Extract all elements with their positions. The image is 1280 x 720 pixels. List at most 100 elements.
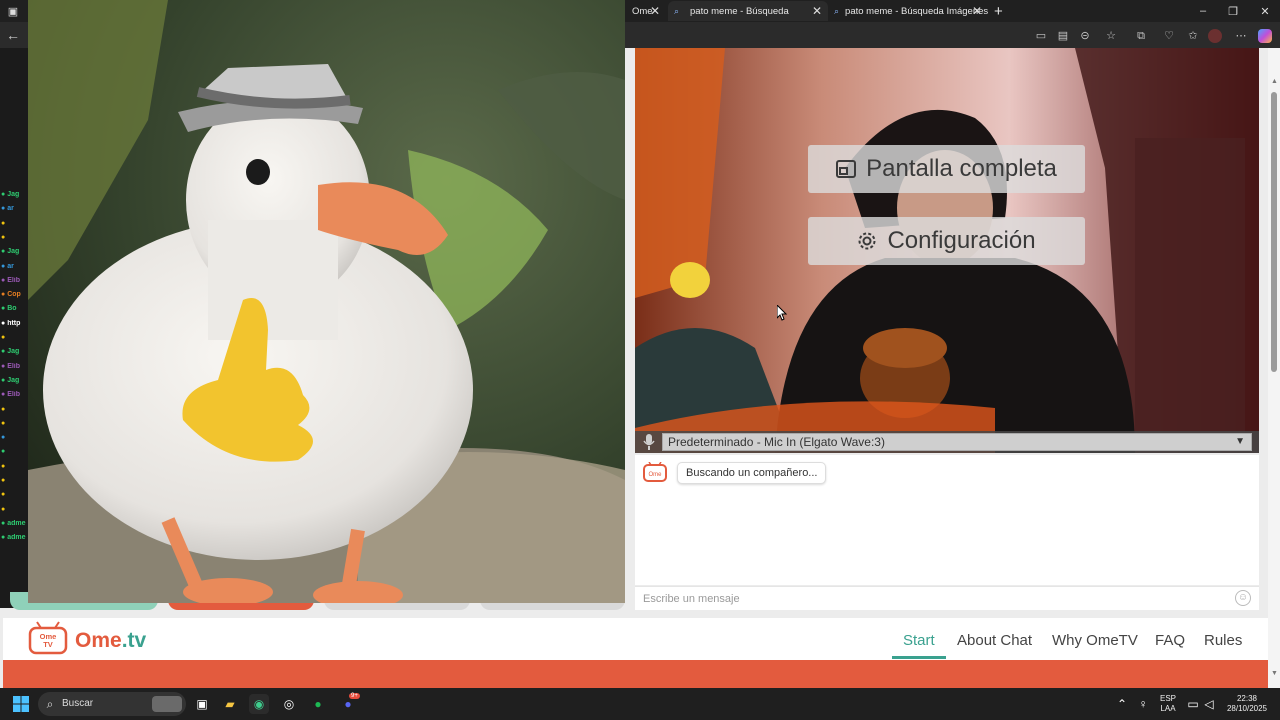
nav-start[interactable]: Start	[903, 632, 935, 649]
language-indicator[interactable]: ESP LAA	[1157, 694, 1179, 714]
stream-chat-line: ● Elib	[1, 363, 28, 375]
nav-why-ometv[interactable]: Why OmeTV	[1052, 632, 1138, 649]
settings-label: Configuración	[887, 227, 1036, 254]
stream-chat-line: ●	[1, 491, 28, 503]
tab-label: pato meme - Búsqueda Imágenes	[845, 5, 988, 17]
chat-username: Elib	[7, 362, 21, 370]
chat-badge-icon: ●	[1, 448, 6, 456]
mic-device-label: Predeterminado - Mic In (Elgato Wave:3)	[668, 435, 885, 449]
new-tab-icon: +	[994, 2, 1003, 20]
chat-username: adme	[7, 519, 26, 527]
window-menu-icon[interactable]: ▣	[0, 0, 26, 22]
mic-device-select[interactable]: Predeterminado - Mic In (Elgato Wave:3) …	[662, 433, 1252, 451]
new-tab-button[interactable]: +	[988, 1, 1008, 21]
logo-word: Ome	[75, 629, 122, 652]
page-scrollbar[interactable]: ▲ ▼	[1268, 48, 1280, 688]
chat-username: Cop	[7, 291, 21, 299]
duck-meme-image	[28, 0, 625, 603]
mouse-cursor-icon	[777, 305, 787, 321]
camera-indicator-icon[interactable]: ▭	[1034, 29, 1048, 43]
profile-avatar-icon[interactable]	[1208, 29, 1222, 43]
copilot-icon[interactable]	[1258, 29, 1272, 43]
stream-chat-line: ●	[1, 477, 28, 489]
favorites-list-icon[interactable]: ✩	[1186, 29, 1200, 43]
microphone-tray-icon[interactable]: ♀	[1133, 694, 1153, 714]
minimize-icon[interactable]: –	[1188, 0, 1218, 22]
volume-icon[interactable]: ◁	[1199, 694, 1219, 714]
immersive-reader-icon[interactable]: ▤	[1056, 29, 1070, 43]
search-highlight-icon	[152, 696, 182, 712]
file-explorer-icon[interactable]: ▰	[220, 694, 240, 714]
nav-faq[interactable]: FAQ	[1155, 632, 1185, 649]
chevron-down-icon: ▼	[1235, 436, 1245, 447]
stream-chat-line: ● Cop	[1, 291, 28, 303]
stream-chat-line: ● adme	[1, 534, 28, 546]
stream-chat-line: ● http	[1, 320, 28, 332]
chat-badge-icon: ●	[1, 405, 6, 413]
stream-chat-line: ●	[1, 220, 28, 232]
chat-badge-icon: ●	[1, 434, 6, 442]
stream-chat-line: ●	[1, 434, 28, 446]
clock-time: 22:38	[1236, 694, 1258, 703]
fullscreen-button[interactable]: Pantalla completa	[808, 145, 1085, 193]
chat-username: Jag	[7, 348, 20, 356]
close-window-icon[interactable]: ✕	[1250, 0, 1280, 22]
chat-username: Jag	[7, 248, 20, 256]
stream-chat-line: ● Jag	[1, 191, 28, 203]
tab-pato-meme-imagenes[interactable]: ⌕ pato meme - Búsqueda Imágenes ✕	[828, 1, 988, 21]
stream-chat-line: ● Jag	[1, 348, 28, 360]
message-input[interactable]: Escribe un mensaje	[635, 586, 1259, 610]
chat-badge-icon: ●	[1, 233, 6, 241]
search-tab-icon: ⌕	[834, 6, 840, 16]
stream-chat-line: ● Elib	[1, 391, 28, 403]
chat-panel: Ome Buscando un compañero...	[635, 455, 1259, 585]
windows-start-icon[interactable]	[11, 694, 31, 714]
back-arrow-icon[interactable]: ←	[6, 28, 20, 42]
taskbar-search-label: Buscar	[62, 698, 94, 709]
extensions-icon[interactable]: ⧉	[1134, 29, 1148, 43]
scroll-down-icon[interactable]: ▼	[1271, 670, 1278, 677]
task-view-icon[interactable]: ▣	[192, 694, 212, 714]
microphone-icon	[643, 434, 655, 450]
ometv-avatar-icon: Ome	[643, 462, 667, 482]
stream-chat-line: ● Jag	[1, 377, 28, 389]
clock[interactable]: 22:38 28/10/2025	[1222, 694, 1272, 714]
nav-rules[interactable]: Rules	[1204, 632, 1242, 649]
spotify-icon[interactable]: ●	[308, 694, 328, 714]
chat-username: Elib	[7, 391, 21, 399]
tab-pato-meme-busqueda[interactable]: ⌕ pato meme - Búsqueda ✕	[668, 1, 828, 21]
chat-badge-icon: ●	[1, 505, 6, 513]
tab-ome[interactable]: Ome ✕	[626, 1, 666, 21]
scrollbar-thumb[interactable]	[1271, 92, 1277, 372]
language-label: ESP	[1159, 694, 1176, 703]
stream-chat-strip: ● Jag ● ar ● ● ● Jag ● ar ● Elib ● Cop ● Bo ● h…	[0, 48, 28, 608]
search-tab-icon: ⌕	[674, 6, 680, 16]
edge-icon[interactable]: ◉	[249, 694, 269, 714]
chat-username: Elib	[7, 276, 21, 284]
restore-icon[interactable]: ❐	[1218, 0, 1248, 22]
close-tab-icon[interactable]: ✕	[650, 4, 660, 18]
chat-badge-icon: ●	[1, 419, 6, 427]
tray-expand-icon[interactable]: ⌃	[1112, 694, 1132, 714]
close-tab-icon[interactable]: ✕	[812, 4, 822, 18]
chat-badge-icon: ●	[1, 477, 6, 484]
ometv-logo-text[interactable]: Ome.tv	[75, 629, 146, 653]
chrome-icon[interactable]: ◎	[279, 694, 299, 714]
discord-badge: 9+	[349, 693, 360, 699]
stream-chat-line: ●	[1, 406, 28, 418]
performance-icon[interactable]: ♡	[1162, 29, 1176, 43]
chat-badge-icon: ●	[1, 462, 6, 470]
nav-about-chat[interactable]: About Chat	[957, 632, 1032, 649]
chat-username: Jag	[7, 191, 20, 198]
settings-button[interactable]: Configuración	[808, 217, 1085, 265]
tracking-prevention-icon[interactable]: ⊝	[1078, 29, 1092, 43]
favorite-star-icon[interactable]: ☆	[1104, 29, 1118, 43]
mic-bar: Predeterminado - Mic In (Elgato Wave:3) …	[635, 431, 1259, 453]
close-tab-icon[interactable]: ✕	[972, 4, 982, 18]
more-options-icon[interactable]: ⋯	[1234, 29, 1248, 43]
scroll-up-icon[interactable]: ▲	[1271, 78, 1278, 85]
stream-chat-line: ●	[1, 506, 28, 518]
search-icon: ⌕	[46, 696, 54, 711]
emoji-icon[interactable]: ☺	[1235, 590, 1251, 606]
layout-label: LAA	[1160, 704, 1176, 713]
